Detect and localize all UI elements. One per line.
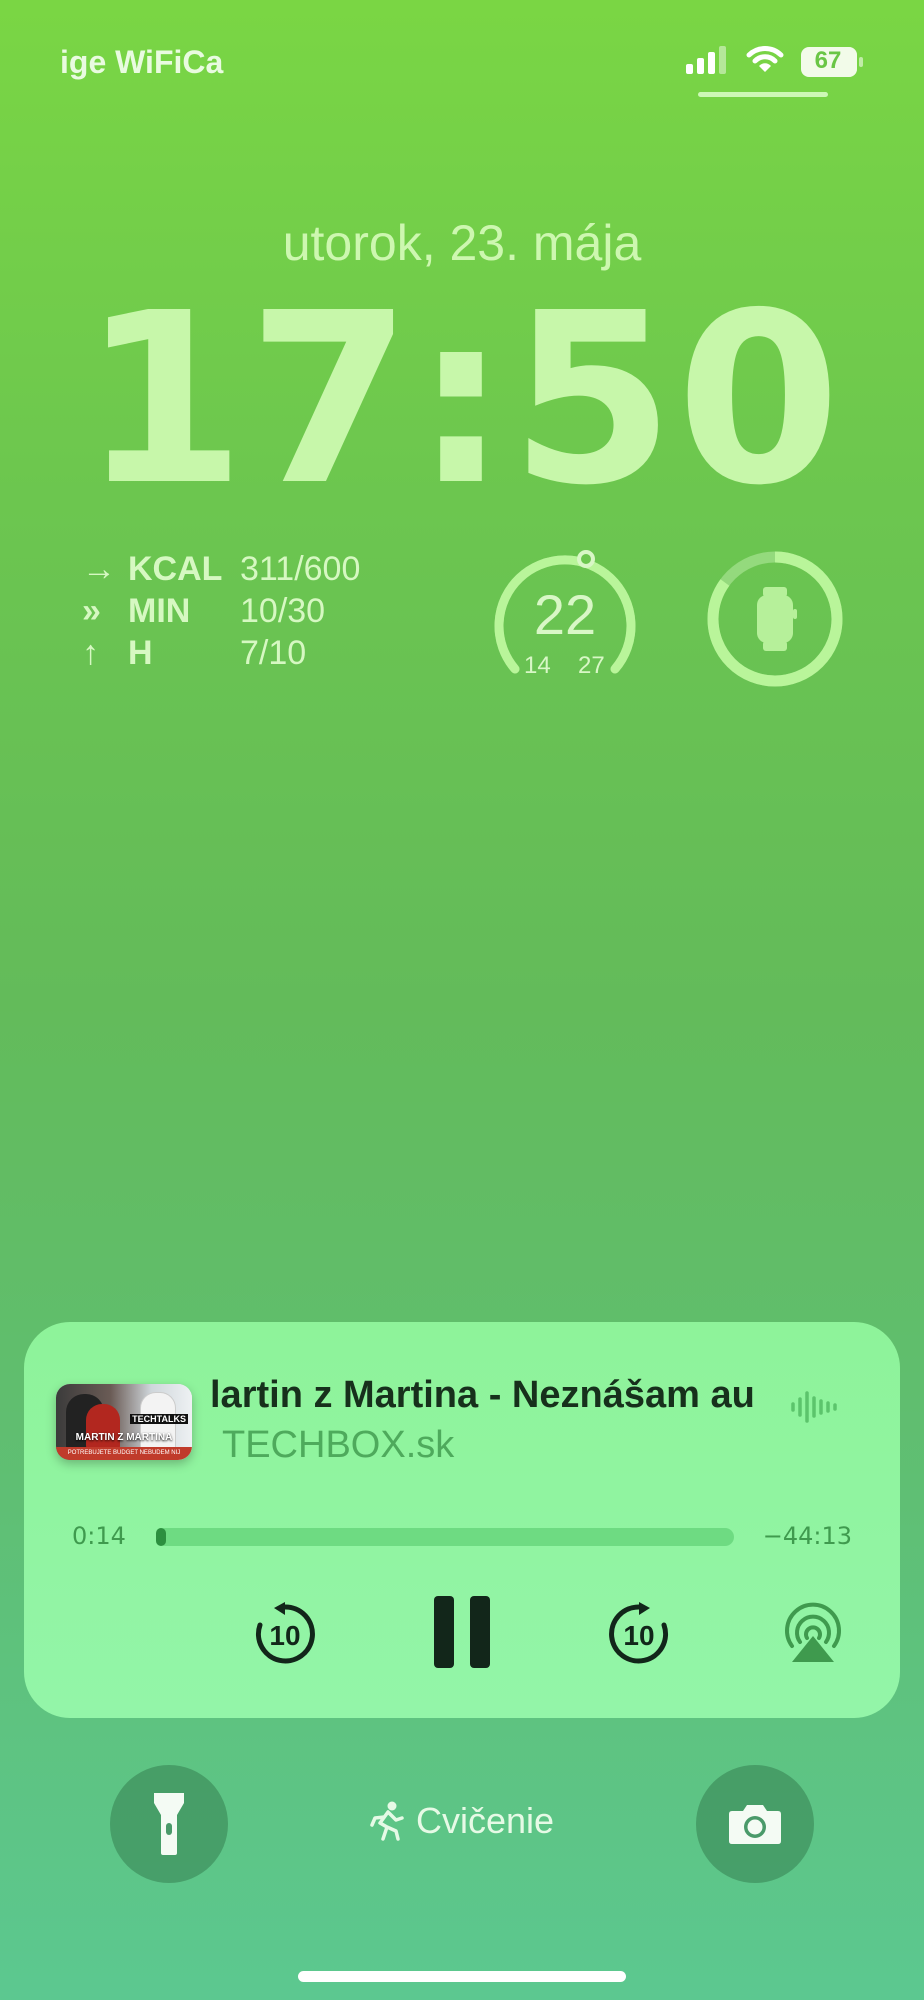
home-indicator[interactable]	[298, 1971, 626, 1982]
waveform-icon	[790, 1390, 842, 1429]
activity-row-h: ↑ H 7/10	[82, 634, 306, 673]
album-artwork[interactable]: TECHTALKS MARTIN Z MARTINA POTREBUJETE B…	[56, 1384, 192, 1460]
wifi-icon	[746, 44, 784, 79]
airplay-icon	[785, 1602, 841, 1662]
skip-back-seconds: 10	[269, 1620, 301, 1651]
activity-value: 311/600	[240, 550, 361, 588]
activity-label: KCAL	[128, 550, 223, 588]
activity-row-kcal: → KCAL 311/600	[82, 550, 360, 589]
signal-icon	[686, 44, 730, 79]
camera-icon	[729, 1805, 781, 1844]
battery-percent: 67	[814, 46, 842, 74]
track-source[interactable]: TECHBOX.sk	[222, 1424, 454, 1467]
remaining-time: −44:13	[762, 1522, 852, 1550]
status-indicator	[698, 92, 828, 97]
watch-battery-widget[interactable]	[706, 550, 844, 688]
activity-label: H	[128, 634, 153, 672]
arrow-up-icon: ↑	[82, 634, 99, 672]
runner-icon	[370, 1801, 404, 1841]
watch-icon	[757, 587, 797, 651]
arrow-right-icon: →	[82, 550, 116, 588]
activity-value: 10/30	[240, 592, 326, 630]
artwork-caption: MARTIN Z MARTINA	[75, 1432, 173, 1443]
activity-row-min: » MIN 10/30	[82, 592, 325, 631]
low-temperature: 14	[524, 652, 551, 679]
playback-scrubber[interactable]	[156, 1528, 734, 1546]
pause-button[interactable]	[434, 1596, 490, 1668]
skip-back-button[interactable]: 10	[252, 1600, 318, 1666]
lock-time[interactable]: 17:50	[0, 282, 924, 518]
artwork-footer: POTREBUJETE BUDGET NEBUDEM NIJ	[56, 1447, 192, 1460]
activity-value: 7/10	[240, 634, 307, 672]
current-temperature: 22	[533, 583, 597, 646]
airplay-button[interactable]	[782, 1602, 844, 1664]
high-temperature: 27	[578, 652, 605, 679]
carrier-name: ige WiFiCa	[60, 44, 224, 80]
activity-label: MIN	[128, 592, 191, 630]
playback-progress-fill	[156, 1528, 166, 1546]
focus-mode-label: Cvičenie	[415, 1800, 555, 1841]
pause-icon	[434, 1596, 490, 1668]
skip-forward-seconds: 10	[623, 1620, 655, 1651]
double-arrow-right-icon: »	[82, 592, 101, 630]
artwork-badge: TECHTALKS	[130, 1414, 188, 1424]
track-title[interactable]: lartin z Martina - Neznášam au	[210, 1374, 772, 1417]
camera-button[interactable]	[696, 1765, 814, 1883]
battery-icon: 67	[800, 46, 864, 78]
weather-gauge-widget[interactable]: 22 14 27	[494, 548, 636, 690]
status-icons: 67	[686, 44, 864, 79]
elapsed-time: 0:14	[72, 1522, 126, 1550]
skip-forward-button[interactable]: 10	[606, 1600, 672, 1666]
